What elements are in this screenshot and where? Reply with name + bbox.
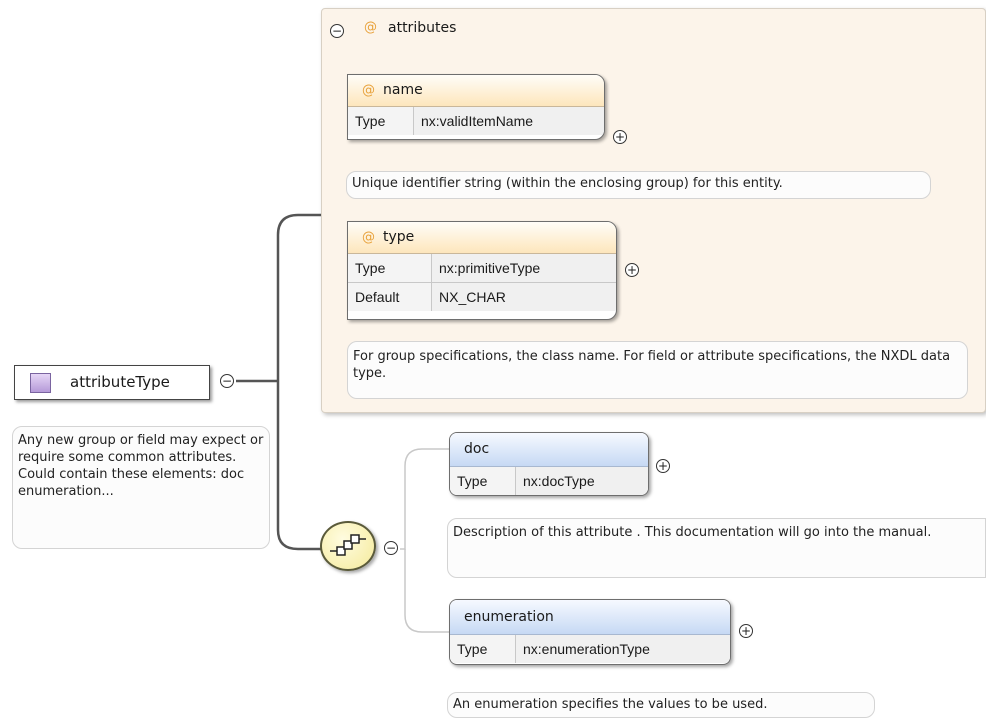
attribute-type-label: type <box>383 229 415 245</box>
default-value: NX_CHAR <box>432 283 616 311</box>
type-key: Type <box>450 635 516 663</box>
attributes-group-title: attributes <box>388 20 457 36</box>
element-doc-type-row: Type nx:docType <box>450 467 648 495</box>
attribute-type-header: @ type <box>348 222 616 254</box>
attributes-at-icon: @ <box>364 20 377 35</box>
attribute-type-note: For group specifications, the class name… <box>347 341 968 399</box>
attribute-name-header: @ name <box>348 75 604 107</box>
element-doc-box[interactable]: doc Type nx:docType <box>449 432 649 496</box>
sequence-compositor-icon[interactable] <box>320 521 376 571</box>
attribute-name-label: name <box>383 82 423 98</box>
root-collapse-icon[interactable]: − <box>220 374 234 388</box>
attribute-name-expand-icon[interactable]: + <box>613 130 627 144</box>
element-enumeration-note: An enumeration specifies the values to b… <box>447 692 875 718</box>
element-enumeration-header: enumeration <box>450 600 730 635</box>
element-doc-note: Description of this attribute . This doc… <box>447 518 986 578</box>
element-doc-header: doc <box>450 433 648 467</box>
attribute-name-note: Unique identifier string (within the enc… <box>346 171 931 199</box>
attribute-name-box[interactable]: @ name Type nx:validItemName <box>347 74 605 140</box>
sequence-glyph-icon <box>330 534 366 556</box>
type-key: Type <box>348 254 432 282</box>
type-value: nx:validItemName <box>414 107 604 135</box>
attribute-at-icon: @ <box>362 83 375 98</box>
default-key: Default <box>348 283 432 311</box>
type-key: Type <box>450 467 516 495</box>
root-element-label: attributeType <box>70 373 170 391</box>
attribute-at-icon: @ <box>362 230 375 245</box>
type-value: nx:primitiveType <box>432 254 616 282</box>
element-enumeration-box[interactable]: enumeration Type nx:enumerationType <box>449 599 731 665</box>
attribute-type-expand-icon[interactable]: + <box>625 263 639 277</box>
type-value: nx:enumerationType <box>516 635 730 663</box>
root-note: Any new group or field may expect or req… <box>12 426 270 549</box>
attribute-type-default-row: Default NX_CHAR <box>348 282 616 311</box>
attribute-type-type-row: Type nx:primitiveType <box>348 254 616 282</box>
type-key: Type <box>348 107 414 135</box>
attribute-type-box[interactable]: @ type Type nx:primitiveType Default NX_C… <box>347 221 617 320</box>
element-enumeration-expand-icon[interactable]: + <box>739 624 753 638</box>
element-doc-expand-icon[interactable]: + <box>656 459 670 473</box>
type-value: nx:docType <box>516 467 648 495</box>
attributes-collapse-icon[interactable]: − <box>330 24 344 38</box>
complex-type-icon <box>30 373 51 393</box>
element-enumeration-type-row: Type nx:enumerationType <box>450 635 730 663</box>
root-element-box[interactable]: attributeType <box>14 365 210 400</box>
sequence-collapse-icon[interactable]: − <box>384 541 398 555</box>
attribute-name-type-row: Type nx:validItemName <box>348 107 604 135</box>
